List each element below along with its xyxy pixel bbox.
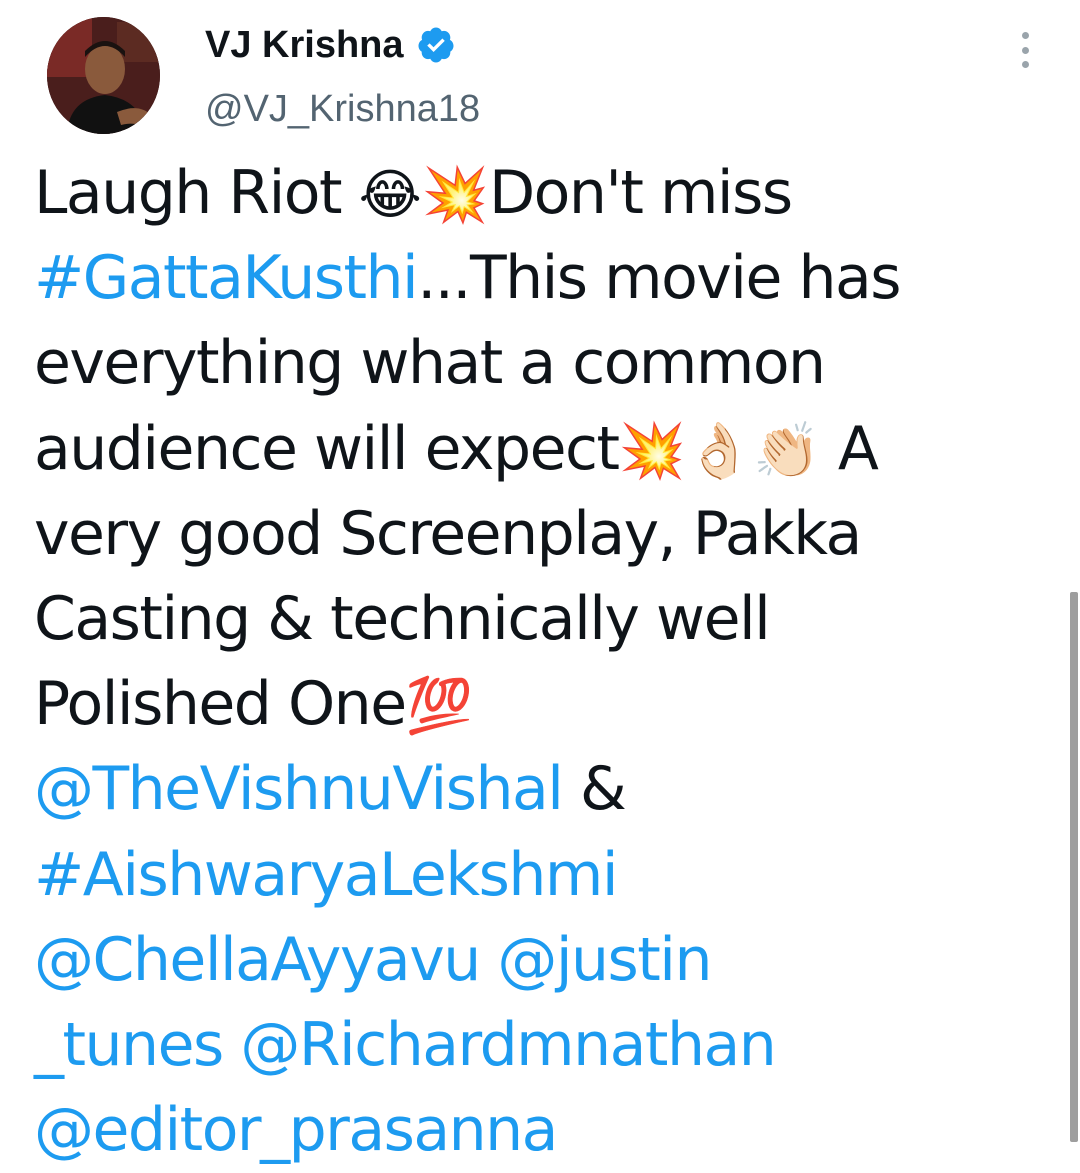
mention-link[interactable]: @justin [497,925,712,995]
more-dot [1021,32,1029,39]
tweet-line: Casting & technically well [34,577,1044,662]
tweet-text-segment: & [562,754,627,825]
tweet-line: very good Screenplay, Pakka [34,492,1044,577]
tweet-text-segment: Casting & technically well [34,583,771,654]
tweet-line: _tunes @Richardmnathan [34,1003,1044,1088]
user-handle[interactable]: @VJ_Krishna18 [205,88,480,131]
mention-link[interactable]: @Richardmnathan [240,1010,776,1080]
tweet-line: @TheVishnuVishal & [34,747,1044,832]
tweet-text-segment: Polished One [34,669,407,740]
tweet-text-segment: very good Screenplay, Pakka [34,498,862,569]
mention-link[interactable]: @editor_prasanna [34,1095,558,1165]
tweet-line: #GattaKusthi...This movie has [34,236,1044,321]
hashtag-link[interactable]: #GattaKusthi [34,243,419,313]
tweet: VJ Krishna @VJ_Krishna18 Laugh Riot 😂💥Do… [0,0,1080,1171]
tweet-line: everything what a common [34,321,1044,406]
emoji-icon: 💥 [618,418,686,482]
avatar-image [47,17,160,134]
tweet-text-segment: ...This movie has [417,243,901,314]
tweet-line: #AishwaryaLekshmi [34,833,1044,918]
tweet-line: @editor_prasanna [34,1088,1044,1173]
emoji-icon: 💯 [405,674,473,738]
more-dot [1021,61,1029,68]
display-name[interactable]: VJ Krishna [205,24,404,67]
verified-badge-icon [418,27,454,63]
more-dot [1021,46,1029,54]
avatar[interactable] [47,17,160,134]
scrollbar[interactable] [1070,592,1078,1142]
emoji-icon: 💥 [421,163,489,226]
tweet-text-segment: audience will expect [34,413,620,484]
tweet-text-segment: Don't miss [488,158,793,228]
tweet-text-segment: everything what a common [34,328,826,399]
mention-link[interactable]: @ChellaAyyavu [34,925,481,995]
emoji-icon: 👏🏻 [753,418,821,482]
tweet-text-segment [480,925,498,995]
tweet-text: Laugh Riot 😂💥Don't miss #GattaKusthi...Th… [34,151,1044,1173]
name-row: VJ Krishna [205,20,456,70]
tweet-line: Polished One💯 [34,662,1044,747]
tweet-line: Laugh Riot 😂💥Don't miss [34,151,1044,236]
hashtag-link[interactable]: #AishwaryaLekshmi [34,840,619,910]
tweet-line: @ChellaAyyavu @justin [34,918,1044,1003]
emoji-icon: 😂 [358,163,422,226]
tweet-text-segment [223,1010,241,1080]
tweet-text-segment: A [820,413,879,484]
mention-link[interactable]: @TheVishnuVishal [34,754,564,824]
more-vertical-icon[interactable] [1010,30,1040,70]
mention-link[interactable]: _tunes [34,1010,224,1080]
emoji-icon: 👌🏻 [685,418,754,482]
tweet-text-segment: Laugh Riot [34,158,359,228]
tweet-line: audience will expect💥👌🏻👏🏻 A [34,407,1044,492]
